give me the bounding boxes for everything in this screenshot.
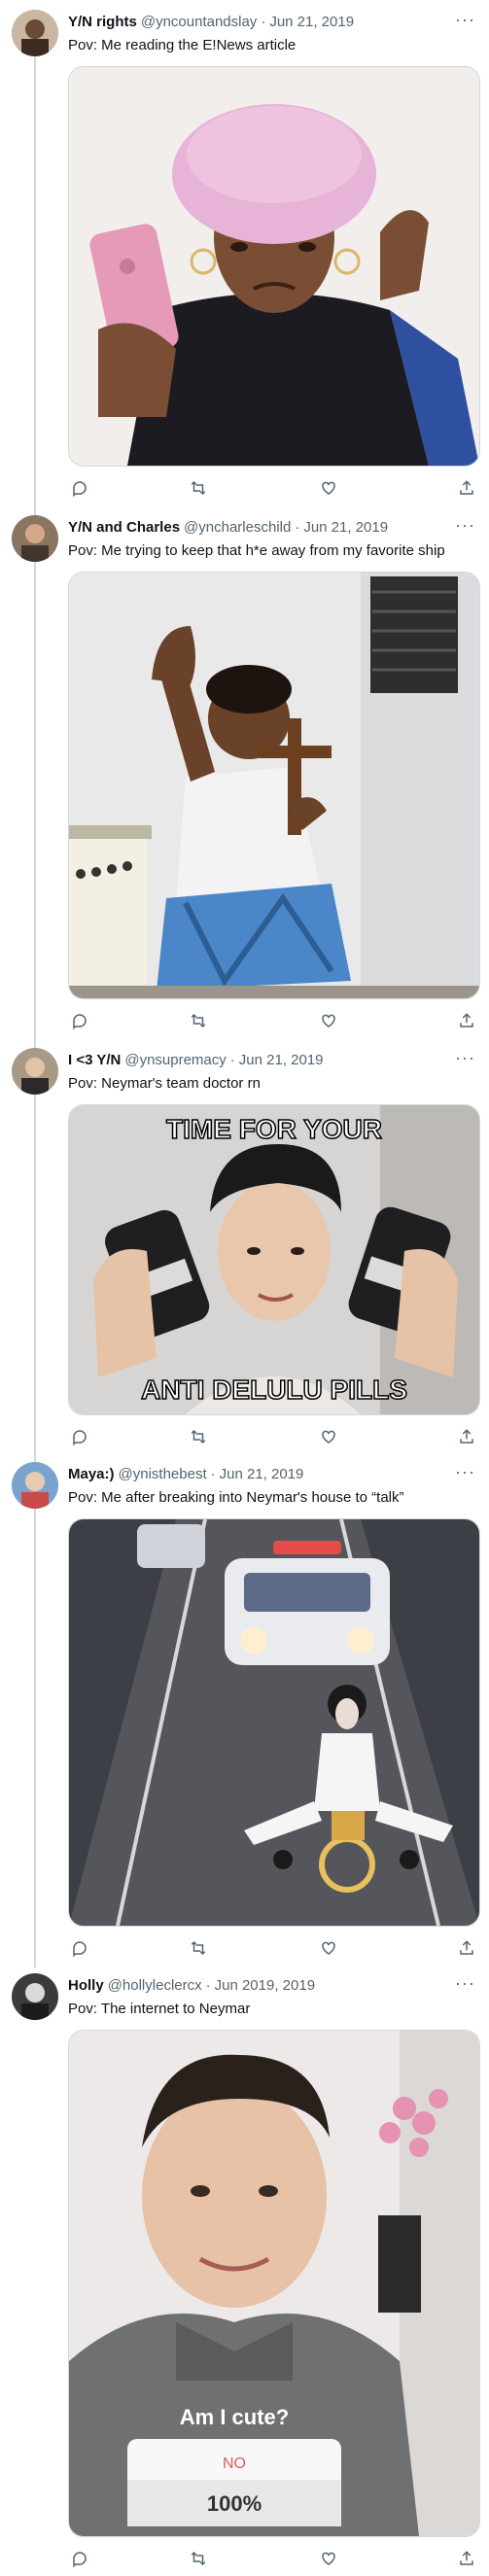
tweet-date[interactable]: Jun 2019, 2019	[215, 1977, 315, 1994]
tweet-date[interactable]: Jun 21, 2019	[239, 1052, 324, 1068]
tweet-text: Pov: Neymar's team doctor rn	[68, 1075, 261, 1092]
more-options-icon[interactable]: ···	[455, 10, 475, 30]
more-options-icon[interactable]: ···	[455, 1048, 475, 1068]
tweet-text: Pov: Me reading the E!News article	[68, 37, 297, 53]
tweet-text: Pov: Me after breaking into Neymar's hou…	[68, 1489, 404, 1506]
tweet-date[interactable]: Jun 21, 2019	[303, 519, 388, 536]
like-icon[interactable]	[317, 1936, 340, 1960]
poll-option-no[interactable]: NO	[223, 2455, 246, 2472]
avatar[interactable]	[12, 515, 58, 562]
share-icon[interactable]	[455, 1425, 478, 1448]
more-options-icon[interactable]: ···	[455, 1462, 475, 1482]
tweet-actions	[68, 1425, 486, 1448]
poll-question: Am I cute?	[180, 2405, 289, 2429]
tweet-date[interactable]: Jun 21, 2019	[269, 14, 354, 30]
display-name[interactable]: Maya:)	[68, 1466, 115, 1482]
retweet-icon[interactable]	[187, 2547, 210, 2570]
display-name[interactable]: I <3 Y/N	[68, 1052, 121, 1068]
like-icon[interactable]	[317, 2547, 340, 2570]
tweet-header: Y/N and Charles @yncharleschild · Jun 21, 2…	[68, 519, 389, 536]
reply-icon[interactable]	[68, 476, 91, 500]
avatar[interactable]	[12, 1973, 58, 2020]
display-name[interactable]: Y/N rights	[68, 14, 137, 30]
tweet-image[interactable]	[68, 66, 480, 467]
like-icon[interactable]	[317, 476, 340, 500]
retweet-icon[interactable]	[187, 1936, 210, 1960]
handle[interactable]: @ynisthebest	[119, 1466, 207, 1482]
display-name[interactable]: Y/N and Charles	[68, 519, 180, 536]
tweet-image[interactable]: Am I cute? NO 100%	[68, 2030, 480, 2537]
reply-icon[interactable]	[68, 1009, 91, 1032]
handle[interactable]: @yncharleschild	[184, 519, 291, 536]
handle[interactable]: @ynsupremacy	[124, 1052, 226, 1068]
tweet-header: Maya:) @ynisthebest · Jun 21, 2019	[68, 1466, 304, 1482]
share-icon[interactable]	[455, 1936, 478, 1960]
poll-percent: 100%	[207, 2491, 262, 2516]
avatar[interactable]	[12, 1462, 58, 1509]
share-icon[interactable]	[455, 1009, 478, 1032]
retweet-icon[interactable]	[187, 476, 210, 500]
share-icon[interactable]	[455, 476, 478, 500]
tweet-text: Pov: Me trying to keep that h*e away fro…	[68, 542, 445, 559]
tweet-date[interactable]: Jun 21, 2019	[220, 1466, 304, 1482]
reply-icon[interactable]	[68, 1425, 91, 1448]
thread-line	[34, 43, 36, 1967]
meme-bottom-text: ANTI DELULU PILLS	[141, 1375, 407, 1405]
more-options-icon[interactable]: ···	[455, 515, 475, 536]
reply-icon[interactable]	[68, 2547, 91, 2570]
more-options-icon[interactable]: ···	[455, 1973, 475, 1994]
tweet-actions	[68, 476, 486, 500]
handle[interactable]: @yncountandslay	[141, 14, 257, 30]
tweet-header: Y/N rights @yncountandslay · Jun 21, 2019	[68, 14, 355, 30]
tweet-actions	[68, 2547, 486, 2570]
meme-top-text: TIME FOR YOUR	[166, 1114, 382, 1144]
display-name[interactable]: Holly	[68, 1977, 104, 1994]
tweet-image[interactable]	[68, 572, 480, 999]
retweet-icon[interactable]	[187, 1009, 210, 1032]
handle[interactable]: @hollyleclercx	[108, 1977, 202, 1994]
avatar[interactable]	[12, 10, 58, 56]
tweet-text: Pov: The internet to Neymar	[68, 2001, 251, 2017]
share-icon[interactable]	[455, 2547, 478, 2570]
avatar[interactable]	[12, 1048, 58, 1095]
tweet-image[interactable]	[68, 1518, 480, 1927]
tweet-actions	[68, 1009, 486, 1032]
tweet-header: I <3 Y/N @ynsupremacy · Jun 21, 2019	[68, 1052, 324, 1068]
tweet-actions	[68, 1936, 486, 1960]
like-icon[interactable]	[317, 1009, 340, 1032]
tweet-image[interactable]: TIME FOR YOUR ANTI DELULU PILLS	[68, 1104, 480, 1415]
retweet-icon[interactable]	[187, 1425, 210, 1448]
like-icon[interactable]	[317, 1425, 340, 1448]
reply-icon[interactable]	[68, 1936, 91, 1960]
tweet-header: Holly @hollyleclercx · Jun 2019, 2019	[68, 1977, 316, 1994]
